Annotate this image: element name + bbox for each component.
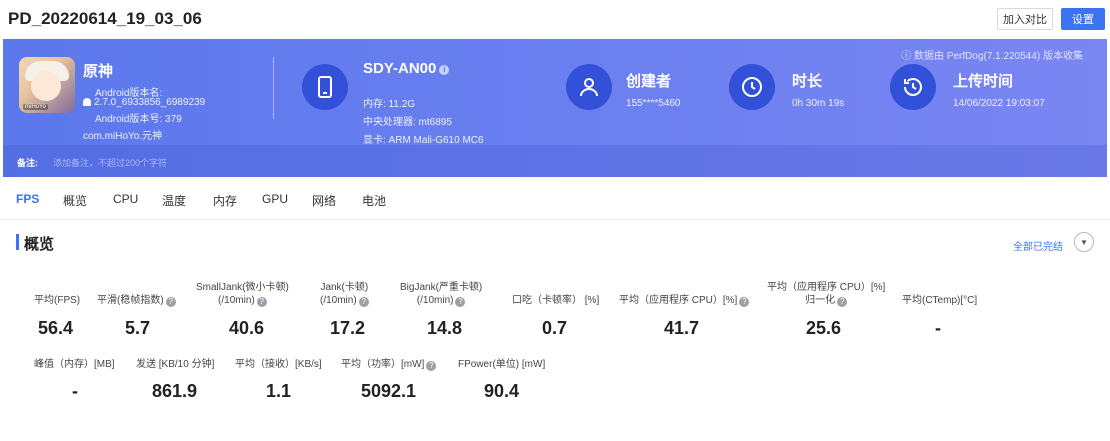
metric-value: -: [72, 381, 78, 401]
creator-title: 创建者: [626, 73, 672, 90]
duration-value: 0h 30m 19s: [792, 98, 845, 109]
source-note: ⓘ 数据由 PerfDog(7.1.220544) 版本收集: [901, 51, 1083, 62]
upload-value: 14/06/2022 19:03:07: [953, 98, 1045, 109]
duration-title: 时长: [792, 73, 823, 90]
upload-title: 上传时间: [953, 73, 1014, 90]
metric-label: 平均(CTemp)[°C]: [902, 295, 978, 306]
version-code: Android版本号: 379: [95, 114, 182, 125]
metric-label: 平均(FPS): [34, 295, 81, 306]
help-icon[interactable]: ?: [455, 297, 466, 307]
device-cpu: 中央处理器: mt6895: [363, 117, 452, 128]
metric-label: 峰值（内存）[MB]: [34, 359, 115, 370]
help-icon[interactable]: ?: [426, 361, 437, 371]
version-name: 2.7.0_6933856_6989239: [83, 97, 205, 108]
session-banner: ⓘ 数据由 PerfDog(7.1.220544) 版本收集 miHoYo 原神…: [3, 39, 1107, 177]
device-memory: 内存: 11.2G: [363, 99, 416, 110]
metric-value: 861.9: [152, 381, 198, 401]
note-input[interactable]: 添加备注，不超过200个字符: [53, 156, 167, 169]
tab-overview[interactable]: 概览: [63, 192, 87, 209]
metric-label: 口吃（卡顿率） [%]: [512, 295, 600, 306]
creator-value: 155****5460: [626, 98, 681, 109]
tab-bar: FPS 概览 CPU 温度 内存 GPU 网络 电池: [0, 178, 1110, 220]
help-icon[interactable]: ?: [739, 297, 750, 307]
section-marker: [16, 234, 19, 250]
history-icon: [890, 64, 936, 110]
help-icon[interactable]: ?: [837, 297, 848, 307]
phone-icon: [302, 64, 348, 110]
tab-network[interactable]: 网络: [312, 192, 336, 209]
tab-memory[interactable]: 内存: [213, 192, 237, 209]
metric-label: BigJank(严重卡顿) (/10min)?: [400, 282, 483, 307]
page-title: PD_20220614_19_03_06: [8, 9, 202, 28]
tab-fps[interactable]: FPS: [16, 192, 39, 206]
device-gpu: 显卡: ARM Mali-G610 MC6: [363, 135, 484, 146]
note-row: [3, 145, 1107, 177]
tab-cpu[interactable]: CPU: [113, 192, 138, 206]
top-bar: PD_20220614_19_03_06 加入对比 设置: [0, 0, 1110, 38]
note-label: 备注:: [17, 158, 38, 168]
user-icon: [566, 64, 612, 110]
help-icon[interactable]: ?: [165, 297, 176, 307]
metric-value: 90.4: [484, 381, 520, 401]
help-icon[interactable]: ?: [256, 297, 267, 307]
device-info-icon[interactable]: i: [439, 65, 450, 75]
metric-value: 0.7: [542, 318, 568, 338]
clock-icon: [729, 64, 775, 110]
metric-value: 14.8: [427, 318, 463, 338]
metric-value: 5092.1: [361, 381, 417, 401]
metric-value: 40.6: [229, 318, 265, 338]
settings-button[interactable]: 设置: [1061, 8, 1105, 30]
metric-label: 平均（接收）[KB/s]: [235, 359, 322, 370]
android-icon: [83, 98, 91, 106]
metric-value: -: [935, 318, 941, 338]
metric-label: 平均（应用程序 CPU）[%] 归一化?: [767, 282, 886, 307]
tab-battery[interactable]: 电池: [362, 192, 386, 209]
metric-value: 41.7: [664, 318, 700, 338]
metric-value: 17.2: [330, 318, 366, 338]
all-done-link[interactable]: 全部已完结: [1013, 238, 1063, 253]
help-icon[interactable]: ?: [358, 297, 369, 307]
app-icon: miHoYo: [19, 57, 75, 113]
add-compare-button[interactable]: 加入对比: [997, 8, 1053, 30]
metric-label: 平均（功率）[mW]?: [341, 358, 437, 371]
metric-label: 平均（应用程序 CPU）[%]?: [619, 294, 750, 307]
tab-gpu[interactable]: GPU: [262, 192, 288, 206]
tab-temperature[interactable]: 温度: [162, 192, 186, 209]
divider: [273, 57, 274, 119]
metric-label: 发送 [KB/10 分钟]: [136, 359, 215, 370]
metric-label: 平滑(稳帧指数)?: [97, 294, 176, 307]
device-name: SDY-AN00 i: [363, 60, 450, 77]
app-name: 原神: [83, 63, 114, 80]
metric-label: FPower(单位) [mW]: [458, 359, 546, 370]
metric-label: Jank(卡顿) (/10min)?: [320, 282, 369, 307]
chevron-down-icon[interactable]: ▼: [1074, 232, 1094, 252]
metric-value: 56.4: [38, 318, 74, 338]
metric-value: 25.6: [806, 318, 842, 338]
overview-title: 概览: [24, 236, 55, 253]
metric-value: 1.1: [266, 381, 292, 401]
package-name: com.miHoYo.元神: [83, 131, 163, 142]
metric-label: SmallJank(微小卡顿) (/10min)?: [196, 282, 289, 307]
app-icon-tag: miHoYo: [23, 104, 48, 110]
metric-value: 5.7: [125, 318, 151, 338]
